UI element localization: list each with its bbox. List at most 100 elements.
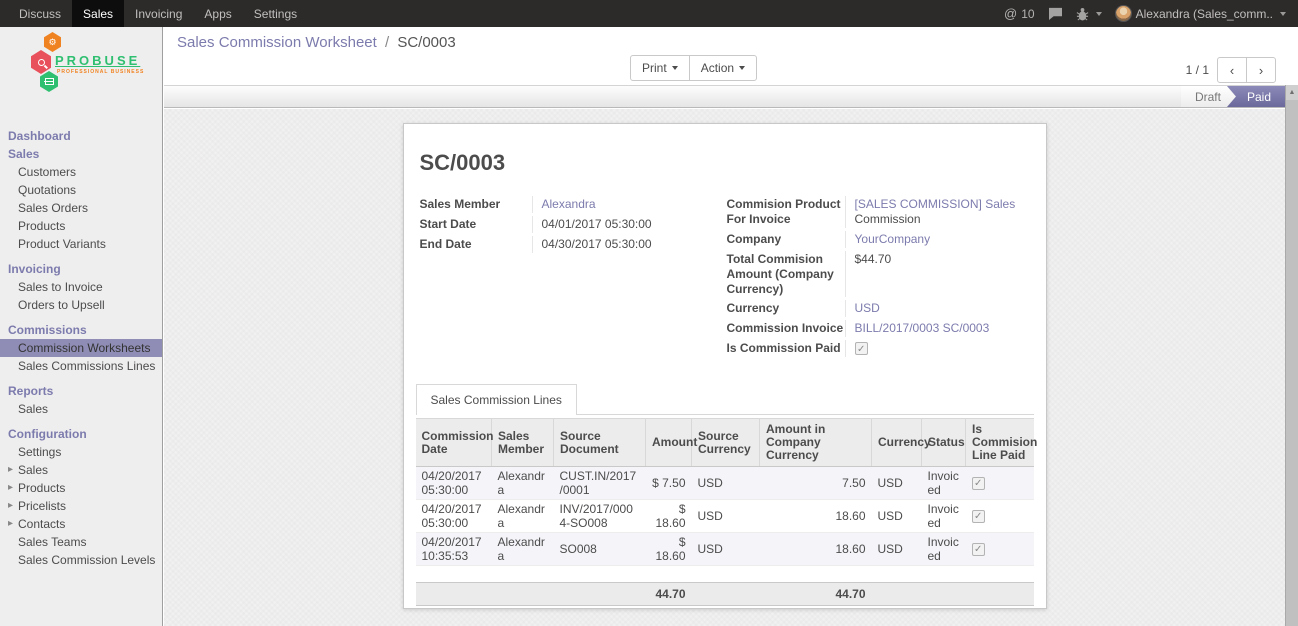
cell-amount: $ 18.60 [646,500,692,533]
menu-apps[interactable]: Apps [193,0,242,27]
field-label: Is Commission Paid [727,340,845,357]
stage-draft[interactable]: Draft [1181,86,1236,107]
total-commission-value: $44.70 [845,251,1020,297]
user-menu[interactable]: Alexandra (Sales_comm.. [1115,5,1286,22]
chat-bubble-icon [1048,7,1063,20]
sidebar-item-config-contacts[interactable]: ▸ Contacts [0,515,162,533]
field-label: Commision Product For Invoice [727,196,845,228]
menu-discuss[interactable]: Discuss [8,0,72,27]
sidebar-item-products[interactable]: Products [0,217,162,235]
sidebar-item-quotations[interactable]: Quotations [0,181,162,199]
vertical-scrollbar[interactable]: ▲ [1285,85,1298,626]
sidebar-item-config-pricelists[interactable]: ▸ Pricelists [0,497,162,515]
pager-previous-button[interactable]: ‹ [1217,57,1247,83]
column-amount-company-currency[interactable]: Amount in Company Currency [760,419,872,467]
sidebar-item-dashboard[interactable]: Dashboard [0,127,162,145]
sidebar-item-settings[interactable]: Settings [0,443,162,461]
cell-source-currency: USD [692,500,760,533]
currency-link[interactable]: USD [855,301,880,315]
tab-sales-commission-lines[interactable]: Sales Commission Lines [416,384,577,415]
sidebar-item-sales-commissions-lines[interactable]: Sales Commissions Lines [0,357,162,375]
breadcrumb-parent-link[interactable]: Sales Commission Worksheet [177,34,377,51]
cell-source: INV/2017/0004-SO008 [554,500,646,533]
cell-currency: USD [872,533,922,566]
breadcrumb-current: SC/0003 [397,34,455,51]
sidebar-section-reports[interactable]: Reports [0,382,162,400]
sidebar-item-sales-commission-levels[interactable]: Sales Commission Levels [0,551,162,569]
menu-invoicing[interactable]: Invoicing [124,0,193,27]
chevron-left-icon: ‹ [1230,63,1234,78]
total-amount-company: 44.70 [760,583,872,606]
column-amount[interactable]: Amount [646,419,692,467]
expand-arrow-icon: ▸ [8,517,13,531]
sidebar-section-configuration[interactable]: Configuration [0,425,162,443]
sidebar-section-invoicing[interactable]: Invoicing [0,260,162,278]
chevron-right-icon: › [1259,63,1263,78]
commission-invoice-link[interactable]: BILL/2017/0003 SC/0003 [855,321,990,335]
checkbox-checked-icon [972,510,985,523]
field-label: Sales Member [420,196,532,213]
caret-down-icon [1096,12,1102,16]
start-date-value: 04/01/2017 05:30:00 [532,216,713,233]
sidebar-item-commission-worksheets[interactable]: Commission Worksheets [0,339,162,357]
sidebar-item-reports-sales[interactable]: Sales [0,400,162,418]
column-currency[interactable]: Currency [872,419,922,467]
sidebar-item-sales-to-invoice[interactable]: Sales to Invoice [0,278,162,296]
cell-amount: $ 7.50 [646,467,692,500]
probuse-logo: ⚙ PROBUSE PROFESSIONAL BUSINESS [0,27,162,127]
table-row[interactable]: 04/20/2017 05:30:00 Alexandra INV/2017/0… [416,500,1034,533]
cell-date: 04/20/2017 05:30:00 [416,500,492,533]
column-is-commission-line-paid[interactable]: Is Commision Line Paid [966,419,1034,467]
company-link[interactable]: YourCompany [855,232,931,246]
at-icon: @ [1004,6,1017,21]
control-panel: Sales Commission Worksheet / SC/0003 Pri… [164,27,1298,85]
sales-member-link[interactable]: Alexandra [542,197,596,211]
column-commission-date[interactable]: Commission Date [416,419,492,467]
expand-arrow-icon: ▸ [8,499,13,513]
field-label: Company [727,231,845,248]
sidebar-item-sales[interactable]: Sales [0,145,162,163]
end-date-value: 04/30/2017 05:30:00 [532,236,713,253]
table-row[interactable]: 04/20/2017 10:35:53 Alexandra SO008 $ 18… [416,533,1034,566]
commission-lines-table: Commission Date Sales Member Source Docu… [416,418,1034,566]
messages-button[interactable] [1048,7,1063,20]
field-commission-product: Commision Product For Invoice [SALES COM… [727,196,1020,228]
sidebar: ⚙ PROBUSE PROFESSIONAL BUSINESS Dashboar… [0,27,163,626]
cell-member: Alexandra [492,467,554,500]
column-source-currency[interactable]: Source Currency [692,419,760,467]
sidebar-item-sales-orders[interactable]: Sales Orders [0,199,162,217]
menu-sales[interactable]: Sales [72,0,124,27]
action-button[interactable]: Action [689,55,757,81]
logo-brand-text: PROBUSE [55,53,140,68]
sidebar-item-customers[interactable]: Customers [0,163,162,181]
user-name: Alexandra (Sales_comm.. [1136,7,1273,21]
table-row[interactable]: 04/20/2017 05:30:00 Alexandra CUST.IN/20… [416,467,1034,500]
column-sales-member[interactable]: Sales Member [492,419,554,467]
user-avatar [1115,5,1132,22]
sidebar-item-label: Products [18,481,65,495]
field-sales-member: Sales Member Alexandra [420,196,713,213]
systray: @ 10 Alexandra (Sales_comm.. [1004,0,1298,27]
pager: 1 / 1 ‹ › [1186,57,1276,83]
sidebar-item-config-products[interactable]: ▸ Products [0,479,162,497]
debug-menu-button[interactable] [1076,7,1102,21]
sidebar-item-orders-to-upsell[interactable]: Orders to Upsell [0,296,162,314]
print-button[interactable]: Print [630,55,690,81]
field-label: Start Date [420,216,532,233]
cell-date: 04/20/2017 10:35:53 [416,533,492,566]
field-group-left: Sales Member Alexandra Start Date 04/01/… [420,196,727,360]
sidebar-item-product-variants[interactable]: Product Variants [0,235,162,253]
sidebar-item-sales-teams[interactable]: Sales Teams [0,533,162,551]
expand-arrow-icon: ▸ [8,481,13,495]
sidebar-item-label: Contacts [18,517,65,531]
commission-product-link[interactable]: [SALES COMMISSION] Sales [855,197,1016,211]
sidebar-item-config-sales[interactable]: ▸ Sales [0,461,162,479]
sidebar-item-label: Pricelists [18,499,66,513]
menu-settings[interactable]: Settings [243,0,308,27]
field-label: End Date [420,236,532,253]
mention-counter[interactable]: @ 10 [1004,6,1035,21]
column-source-document[interactable]: Source Document [554,419,646,467]
column-status[interactable]: Status [922,419,966,467]
pager-next-button[interactable]: › [1246,57,1276,83]
sidebar-section-commissions[interactable]: Commissions [0,321,162,339]
